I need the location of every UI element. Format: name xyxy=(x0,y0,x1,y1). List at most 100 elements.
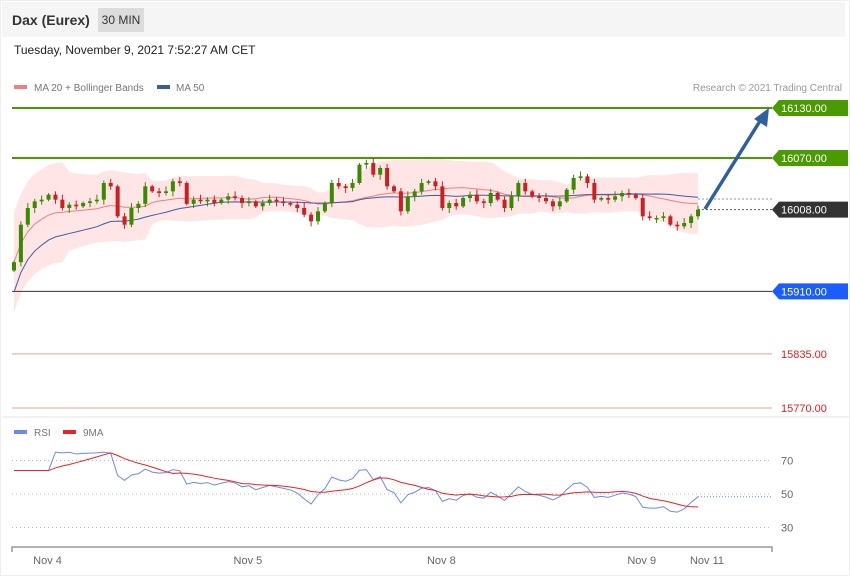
candle-body xyxy=(60,199,65,208)
candle-body xyxy=(447,203,452,208)
candle-body xyxy=(661,216,666,218)
candle-body xyxy=(385,168,390,187)
ma20-legend-label: MA 20 + Bollinger Bands xyxy=(34,83,144,94)
candle-body xyxy=(274,199,279,202)
candle-body xyxy=(295,204,300,208)
candle-body xyxy=(696,209,700,217)
candle-body xyxy=(626,193,631,195)
candle-body xyxy=(689,216,694,223)
candle-body xyxy=(544,198,548,202)
candle-body xyxy=(205,199,210,202)
candle-body xyxy=(364,163,369,165)
ma50-legend-label: MA 50 xyxy=(176,83,205,94)
candle-body xyxy=(495,193,500,200)
candle-body xyxy=(184,183,189,204)
candle-body xyxy=(88,201,92,203)
candle-body xyxy=(668,216,673,225)
target-arrow-shaft xyxy=(703,120,762,210)
candle-body xyxy=(647,216,652,218)
rsi-ma-legend-label: 9MA xyxy=(83,428,104,439)
candle-body xyxy=(240,198,244,203)
candle-body xyxy=(219,199,224,203)
bollinger-band xyxy=(14,157,698,313)
candle-body xyxy=(329,183,334,203)
candle-body xyxy=(164,191,168,193)
candle-body xyxy=(267,199,272,203)
rsi-ma-legend-swatch xyxy=(63,430,76,434)
candle-body xyxy=(502,199,507,208)
candle-body xyxy=(564,189,569,202)
candle-body xyxy=(343,186,348,188)
x-axis xyxy=(11,546,773,552)
ma50-legend-swatch xyxy=(157,85,170,89)
x-tick-label: Nov 8 xyxy=(427,555,456,567)
candle-body xyxy=(530,191,535,197)
candle-body xyxy=(336,183,341,187)
level-label-15835: 15835.00 xyxy=(781,349,827,361)
candle-body xyxy=(571,178,576,190)
rsi-line xyxy=(14,451,699,513)
candle-body xyxy=(440,186,445,208)
rsi-legend-label: RSI xyxy=(34,428,51,439)
candle-body xyxy=(157,191,162,193)
candle-body xyxy=(599,198,604,200)
candle-body xyxy=(412,191,417,197)
x-tick-label: Nov 9 xyxy=(627,555,656,567)
candle-body xyxy=(281,201,286,203)
candle-body xyxy=(74,204,79,207)
candle-body xyxy=(350,183,355,188)
candle-body xyxy=(129,208,134,225)
candle-body xyxy=(371,163,376,175)
candle-body xyxy=(170,181,175,192)
candle-body xyxy=(606,198,611,200)
candle-body xyxy=(101,183,106,200)
candle-body xyxy=(46,194,51,200)
candle-body xyxy=(613,196,618,200)
candle-body xyxy=(461,198,466,207)
candle-body xyxy=(288,203,293,205)
level-label-16130: 16130.00 xyxy=(781,103,827,115)
candle-body xyxy=(426,181,431,183)
x-tick-label: Nov 4 xyxy=(33,555,62,567)
level-label-15910: 15910.00 xyxy=(781,286,827,298)
candle-body xyxy=(122,216,127,225)
candle-body xyxy=(316,211,320,222)
candle-body xyxy=(212,199,217,203)
candle-body xyxy=(474,194,479,202)
candle-body xyxy=(398,191,403,212)
candle-body xyxy=(18,224,23,263)
candle-body xyxy=(136,203,141,208)
candle-body xyxy=(433,181,438,187)
credit-text: Research © 2021 Trading Central xyxy=(693,83,842,94)
candle-body xyxy=(392,186,396,192)
candle-body xyxy=(419,183,424,192)
candle-body xyxy=(177,181,182,183)
candle-body xyxy=(309,214,314,222)
candle-body xyxy=(592,183,597,200)
candle-body xyxy=(523,183,528,192)
candle-body xyxy=(253,201,258,207)
rsi-tick-30: 30 xyxy=(781,523,793,535)
candle-body xyxy=(143,186,148,204)
candle-body xyxy=(675,224,680,227)
candle-body xyxy=(53,194,58,200)
x-tick-label: Nov 11 xyxy=(690,555,724,567)
candle-body xyxy=(454,203,459,207)
candle-body xyxy=(191,199,196,204)
candle-body xyxy=(516,183,521,197)
candle-body xyxy=(108,183,113,187)
candle-body xyxy=(585,176,590,183)
candle-body xyxy=(233,196,238,198)
candle-body xyxy=(322,203,327,212)
candle-body xyxy=(682,223,687,227)
x-tick-label: Nov 5 xyxy=(234,555,263,567)
candle-body xyxy=(378,168,383,175)
candle-body xyxy=(633,194,638,198)
candle-body xyxy=(481,201,486,203)
candle-body xyxy=(640,198,645,217)
candle-body xyxy=(468,194,472,198)
candle-body xyxy=(550,201,555,207)
candle-body xyxy=(557,201,562,207)
rsi-tick-50: 50 xyxy=(781,489,793,501)
rsi-tick-70: 70 xyxy=(781,456,793,468)
